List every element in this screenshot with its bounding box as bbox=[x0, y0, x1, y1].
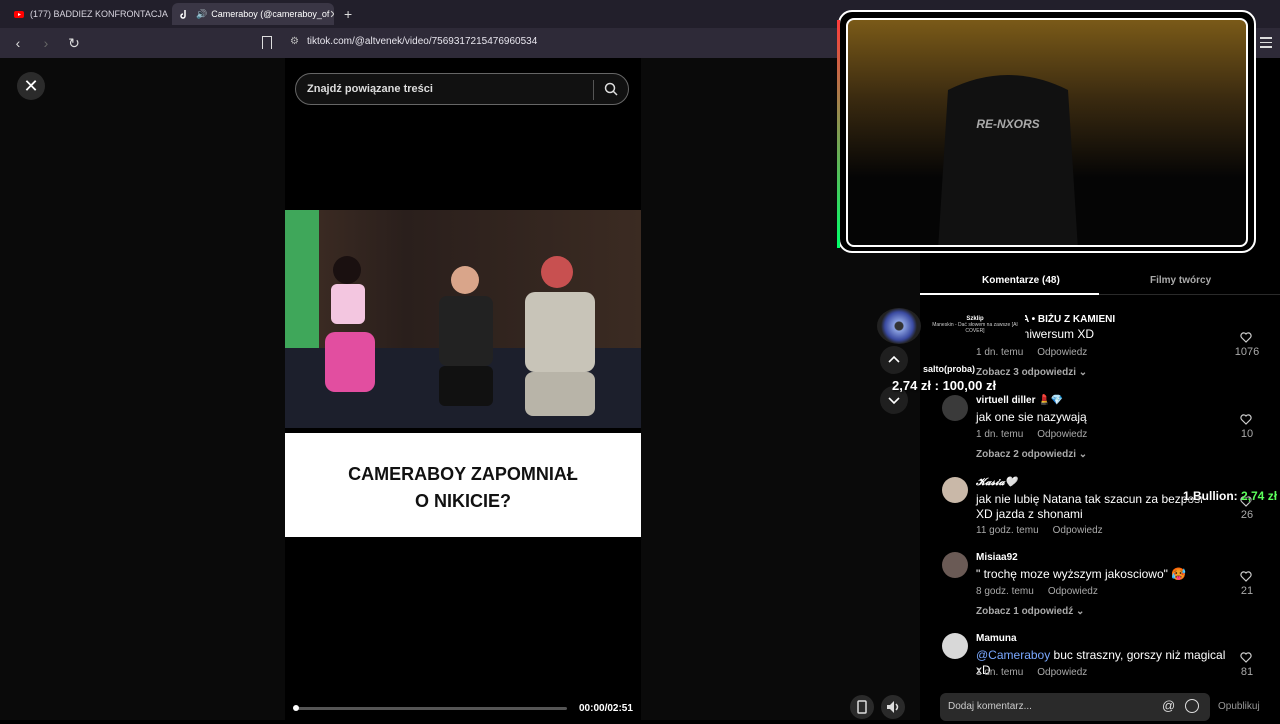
pip-button[interactable] bbox=[850, 695, 874, 719]
new-tab-button[interactable]: + bbox=[344, 6, 352, 22]
lipstick-emoji: 💄💎 bbox=[1038, 395, 1064, 406]
comment-time: 1 dn. temu bbox=[976, 347, 1024, 358]
menu-icon[interactable] bbox=[1260, 37, 1272, 51]
comment-input[interactable]: Dodaj komentarz... @ bbox=[940, 693, 1210, 721]
comment-username[interactable]: A • BIŻU Z KAMIENI bbox=[1022, 314, 1115, 325]
donor-label: salto(proba) bbox=[923, 364, 976, 374]
video-time: 00:00/02:51 bbox=[579, 703, 633, 714]
related-search[interactable]: Znajdź powiązane treści bbox=[295, 73, 629, 105]
search-icon[interactable] bbox=[604, 82, 618, 96]
url-field[interactable]: ⚙ tiktok.com/@altvenek/video/756931721547… bbox=[290, 36, 537, 47]
like-count: 10 bbox=[1240, 428, 1254, 440]
reply-button[interactable]: Odpowiedz bbox=[1037, 347, 1087, 358]
chevron-down-icon bbox=[888, 397, 900, 405]
video-frame bbox=[285, 210, 641, 428]
comment-time: 8 godz. temu bbox=[976, 586, 1034, 597]
volume-icon bbox=[887, 701, 899, 713]
reload-icon[interactable]: ↻ bbox=[64, 35, 84, 52]
like-count: 26 bbox=[1240, 509, 1254, 521]
pip-icon bbox=[857, 700, 867, 714]
webcam-overlay: RE-NXORS bbox=[837, 10, 1256, 253]
video-caption: CAMERABOY ZAPOMNIAŁ O NIKICIE? bbox=[285, 433, 641, 537]
back-icon[interactable]: ‹ bbox=[8, 35, 28, 51]
comment-text: jak one sie nazywają bbox=[976, 410, 1087, 424]
search-input[interactable]: Znajdź powiązane treści bbox=[307, 83, 433, 95]
comment-time: 11 godz. temu bbox=[976, 525, 1039, 536]
comment-time: 1 dn. temu bbox=[976, 667, 1024, 678]
svg-text:RE-NXORS: RE-NXORS bbox=[976, 117, 1039, 131]
close-video-button[interactable]: ✕ bbox=[17, 72, 45, 100]
donation-goal: 2,74 zł : 100,00 zł bbox=[892, 378, 997, 393]
chevron-up-icon bbox=[888, 355, 900, 363]
speaker-icon: 🔊 bbox=[196, 8, 208, 19]
tab-comments[interactable]: Komentarze (48) bbox=[982, 275, 1060, 286]
tab-tiktok[interactable]: 🔊 Cameraboy (@cameraboy_of ✕ bbox=[172, 3, 334, 25]
now-playing: Szklip Maneskin - Dać słowem na zawsze [A… bbox=[925, 314, 1025, 340]
video-player[interactable]: Znajdź powiązane treści CAMERABOY ZAPOMN… bbox=[285, 58, 641, 720]
comment-username[interactable]: 𝓚𝓪𝓼𝓲𝓪🤍 bbox=[976, 477, 1017, 488]
avatar[interactable] bbox=[942, 477, 968, 503]
heart-icon[interactable] bbox=[1240, 413, 1252, 425]
tab-title: Cameraboy (@cameraboy_of bbox=[211, 9, 330, 19]
bullion-counter: 1.Bullion: 2,74 zł bbox=[1183, 489, 1278, 503]
tab-title: (177) BADDIEZ KONFRONTACJA Z KO bbox=[30, 9, 168, 19]
view-replies-button[interactable]: Zobacz 2 odpowiedzi ⌄ bbox=[976, 449, 1087, 460]
view-replies-button[interactable]: Zobacz 3 odpowiedzi ⌄ bbox=[976, 367, 1087, 378]
comment-username[interactable]: virtuell diller 💄💎 bbox=[976, 395, 1063, 406]
gaming-chair: RE-NXORS bbox=[938, 75, 1078, 245]
publish-button[interactable]: Opublikuj bbox=[1218, 701, 1260, 712]
reply-button[interactable]: Odpowiedz bbox=[1048, 586, 1098, 597]
heart-icon[interactable] bbox=[1240, 331, 1252, 343]
avatar[interactable] bbox=[942, 552, 968, 578]
prev-video-button[interactable] bbox=[880, 346, 908, 374]
volume-button[interactable] bbox=[881, 695, 905, 719]
comment-time: 1 dn. temu bbox=[976, 429, 1024, 440]
like-count: 81 bbox=[1240, 666, 1254, 678]
tiktok-icon bbox=[180, 10, 186, 19]
site-settings-icon[interactable]: ⚙ bbox=[290, 36, 299, 47]
reply-button[interactable]: Odpowiedz bbox=[1037, 429, 1087, 440]
like-count: 1076 bbox=[1234, 346, 1260, 358]
mention-icon[interactable]: @ bbox=[1162, 698, 1175, 713]
heart-icon[interactable] bbox=[1240, 651, 1252, 663]
video-progress[interactable] bbox=[293, 705, 567, 711]
forward-icon[interactable]: › bbox=[36, 35, 56, 51]
mention-link[interactable]: @Cameraboy bbox=[976, 648, 1050, 662]
music-disc-icon bbox=[877, 308, 921, 344]
bookmark-icon[interactable] bbox=[262, 36, 272, 49]
comments-tabs: Komentarze (48) Filmy twórcy bbox=[920, 267, 1280, 295]
youtube-icon bbox=[14, 11, 24, 18]
comment-text: uniwersum XD bbox=[1016, 327, 1095, 341]
comment-username[interactable]: Misiaa92 bbox=[976, 552, 1018, 563]
view-replies-button[interactable]: Zobacz 1 odpowiedź ⌄ bbox=[976, 606, 1084, 617]
tab-creator-videos[interactable]: Filmy twórcy bbox=[1150, 275, 1211, 286]
heart-icon[interactable] bbox=[1240, 570, 1252, 582]
like-count: 21 bbox=[1240, 585, 1254, 597]
reply-button[interactable]: Odpowiedz bbox=[1053, 525, 1103, 536]
comment-username[interactable]: Mamuna bbox=[976, 633, 1017, 644]
avatar[interactable] bbox=[942, 633, 968, 659]
comment-text: " trochę moze wyższym jakosciowo" 🥵 bbox=[976, 567, 1187, 581]
emoji-icon[interactable] bbox=[1185, 699, 1199, 713]
tab-youtube[interactable]: (177) BADDIEZ KONFRONTACJA Z KO bbox=[6, 3, 168, 25]
reply-button[interactable]: Odpowiedz bbox=[1037, 667, 1087, 678]
close-tab-icon[interactable]: ✕ bbox=[329, 8, 334, 21]
avatar[interactable] bbox=[942, 395, 968, 421]
